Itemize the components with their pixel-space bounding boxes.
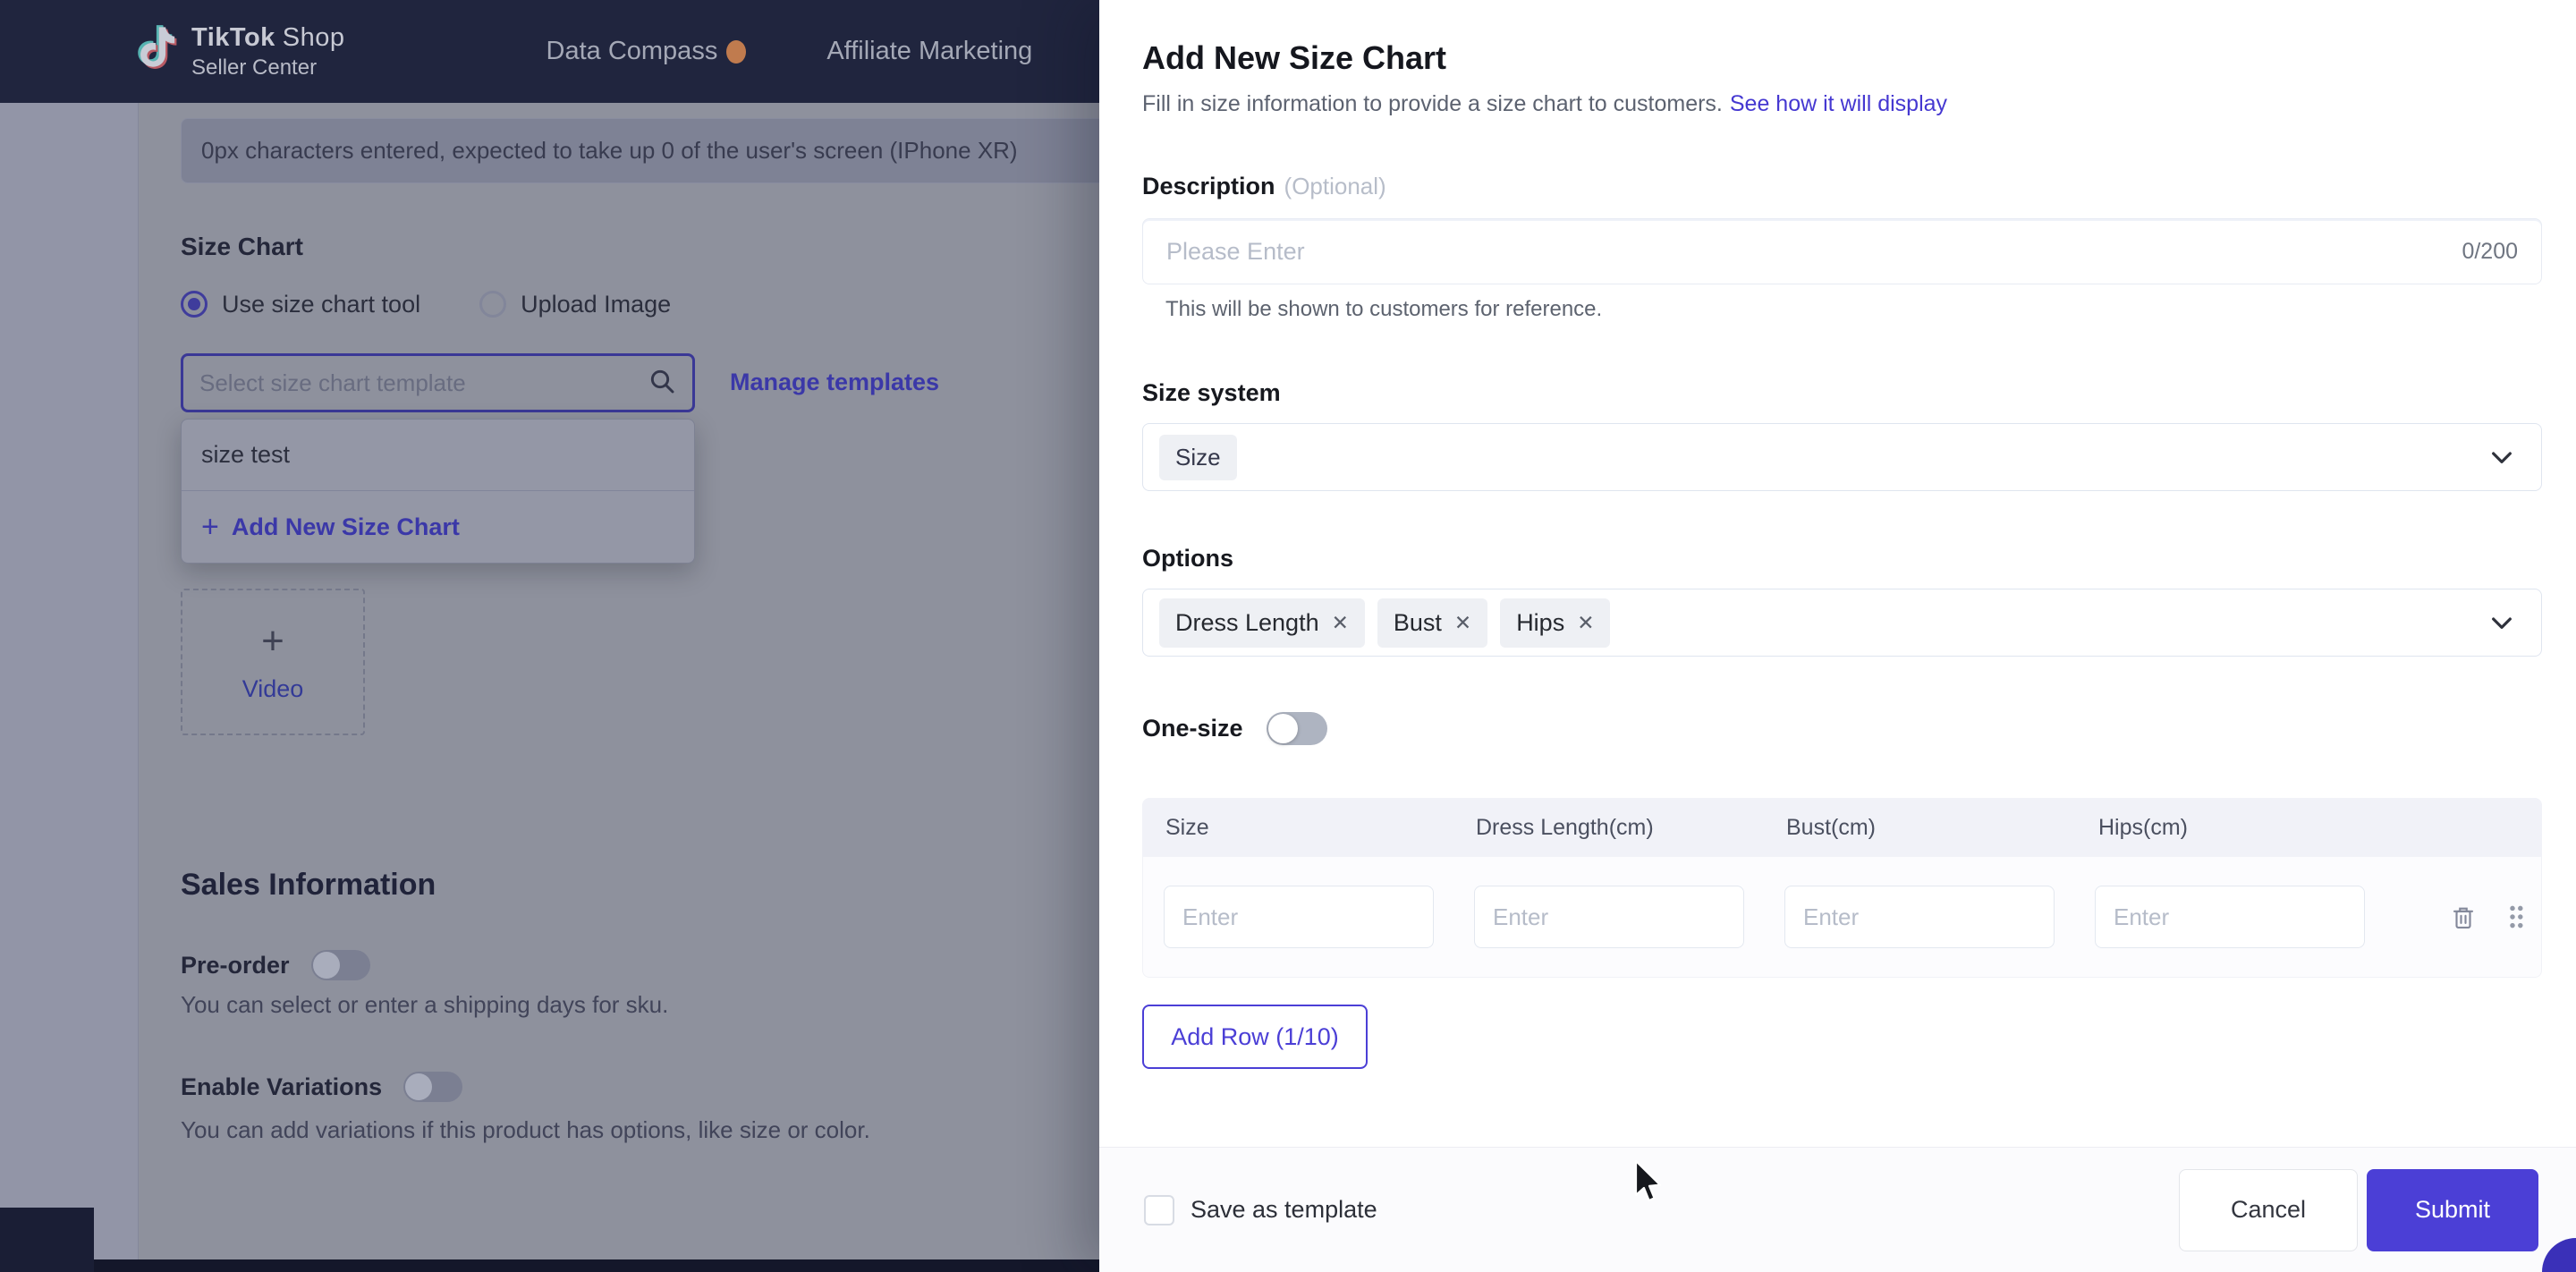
tag-bust: Bust ✕ [1377, 598, 1487, 648]
pre-order-help: You can select or enter a shipping days … [181, 991, 668, 1019]
plus-icon: + [261, 622, 284, 661]
drawer-subtitle: Fill in size information to provide a si… [1142, 91, 2542, 117]
enable-variations-label: Enable Variations [181, 1073, 382, 1101]
chevron-down-icon [2487, 608, 2516, 637]
description-label: Description (Optional) [1142, 173, 2542, 200]
manage-templates-link[interactable]: Manage templates [730, 369, 939, 396]
see-how-display-link[interactable]: See how it will display [1730, 91, 1947, 116]
cancel-button[interactable]: Cancel [2179, 1169, 2358, 1251]
one-size-label: One-size [1142, 715, 1243, 742]
char-counter: 0/200 [2462, 239, 2518, 265]
sales-information-heading: Sales Information [181, 868, 436, 903]
col-hips: Hips(cm) [2098, 815, 2542, 841]
col-size: Size [1165, 815, 1476, 841]
size-chart-template-select[interactable] [181, 353, 695, 412]
selected-option-tags: Dress Length ✕ Bust ✕ Hips ✕ [1159, 598, 1610, 648]
pre-order-label: Pre-order [181, 952, 290, 979]
logo-product: Shop [283, 23, 345, 52]
size-system-value-chip: Size [1159, 435, 1237, 480]
enable-variations-toggle[interactable] [403, 1072, 462, 1102]
tiktok-seller-center-page: TikTok Shop Seller Center Data Compass Af… [0, 0, 2576, 1272]
one-size-row: One-size [1142, 708, 2542, 748]
radio-upload-image[interactable]: Upload Image [479, 291, 671, 318]
drag-handle-icon[interactable] [2505, 903, 2527, 931]
nav-data-compass[interactable]: Data Compass [547, 37, 747, 66]
template-search-input[interactable] [199, 369, 648, 397]
delete-row-icon[interactable] [2450, 903, 2477, 931]
logo-text: TikTok Shop Seller Center [191, 23, 345, 81]
drawer-footer: Save as template Cancel Submit [1099, 1147, 2576, 1272]
header-nav: Data Compass Affiliate Marketing [547, 37, 1033, 66]
col-bust: Bust(cm) [1786, 815, 2098, 841]
cell-input-hips[interactable] [2095, 886, 2365, 948]
col-dress-length: Dress Length(cm) [1476, 815, 1786, 841]
video-upload-box[interactable]: + Video [181, 589, 365, 735]
dimmed-background-region: TikTok Shop Seller Center Data Compass Af… [0, 0, 1099, 1272]
optional-hint: (Optional) [1284, 173, 1386, 200]
size-chart-label: Size Chart [181, 233, 303, 261]
radio-unselected-icon[interactable] [479, 291, 506, 318]
options-label: Options [1142, 545, 2542, 572]
radio-selected-icon[interactable] [181, 291, 208, 318]
cell-input-bust[interactable] [1784, 886, 2055, 948]
size-system-select[interactable]: Size [1142, 423, 2542, 491]
tiktok-note-icon [134, 24, 179, 79]
enable-variations-row: Enable Variations [181, 1072, 462, 1102]
add-size-chart-drawer: Add New Size Chart Fill in size informat… [1099, 0, 2576, 1272]
dropdown-add-new-size-chart[interactable]: + Add New Size Chart [182, 491, 694, 563]
drawer-title: Add New Size Chart [1142, 0, 2542, 77]
tiktok-shop-logo: TikTok Shop Seller Center [134, 23, 345, 81]
logo-brand: TikTok [191, 23, 275, 52]
add-row-button[interactable]: Add Row (1/10) [1142, 1005, 1368, 1069]
video-upload-label: Video [242, 675, 304, 703]
pre-order-row: Pre-order [181, 950, 370, 980]
one-size-toggle[interactable] [1267, 712, 1327, 745]
plus-icon: + [201, 512, 219, 542]
submit-button[interactable]: Submit [2367, 1169, 2538, 1251]
description-field[interactable]: 0/200 [1142, 218, 2542, 284]
pre-order-toggle[interactable] [311, 950, 370, 980]
remove-tag-icon[interactable]: ✕ [1577, 613, 1594, 633]
nav-affiliate-marketing[interactable]: Affiliate Marketing [826, 37, 1032, 66]
template-dropdown: size test + Add New Size Chart [181, 419, 695, 564]
data-compass-badge-icon [726, 40, 746, 64]
size-chart-table: Size Dress Length(cm) Bust(cm) Hips(cm) [1142, 798, 2542, 978]
radio-use-size-chart-tool[interactable]: Use size chart tool [181, 291, 420, 318]
search-icon [648, 367, 676, 400]
size-chart-source-radios: Use size chart tool Upload Image [181, 288, 671, 320]
character-counter-field: 0px characters entered, expected to take… [181, 118, 1099, 183]
options-select[interactable]: Dress Length ✕ Bust ✕ Hips ✕ [1142, 589, 2542, 657]
cell-input-size[interactable] [1164, 886, 1434, 948]
table-row [1142, 857, 2542, 978]
save-as-template-checkbox[interactable] [1144, 1195, 1174, 1225]
size-system-label: Size system [1142, 379, 2542, 407]
dropdown-option-size-test[interactable]: size test [182, 420, 694, 491]
cell-input-dress-length[interactable] [1474, 886, 1744, 948]
save-as-template-label: Save as template [1191, 1196, 1377, 1224]
remove-tag-icon[interactable]: ✕ [1332, 613, 1349, 633]
table-header-row: Size Dress Length(cm) Bust(cm) Hips(cm) [1142, 798, 2542, 857]
left-sidebar [0, 103, 139, 1272]
description-help: This will be shown to customers for refe… [1165, 297, 2542, 322]
description-input[interactable] [1166, 238, 2462, 266]
tag-hips: Hips ✕ [1500, 598, 1610, 648]
bottom-left-corner-panel [0, 1208, 94, 1272]
app-header: TikTok Shop Seller Center Data Compass Af… [0, 0, 1099, 103]
chevron-down-icon [2487, 443, 2516, 471]
logo-subtitle: Seller Center [191, 55, 345, 81]
remove-tag-icon[interactable]: ✕ [1454, 613, 1471, 633]
tag-dress-length: Dress Length ✕ [1159, 598, 1365, 648]
enable-variations-help: You can add variations if this product h… [181, 1116, 870, 1144]
bottom-edge-bar [94, 1259, 1099, 1272]
